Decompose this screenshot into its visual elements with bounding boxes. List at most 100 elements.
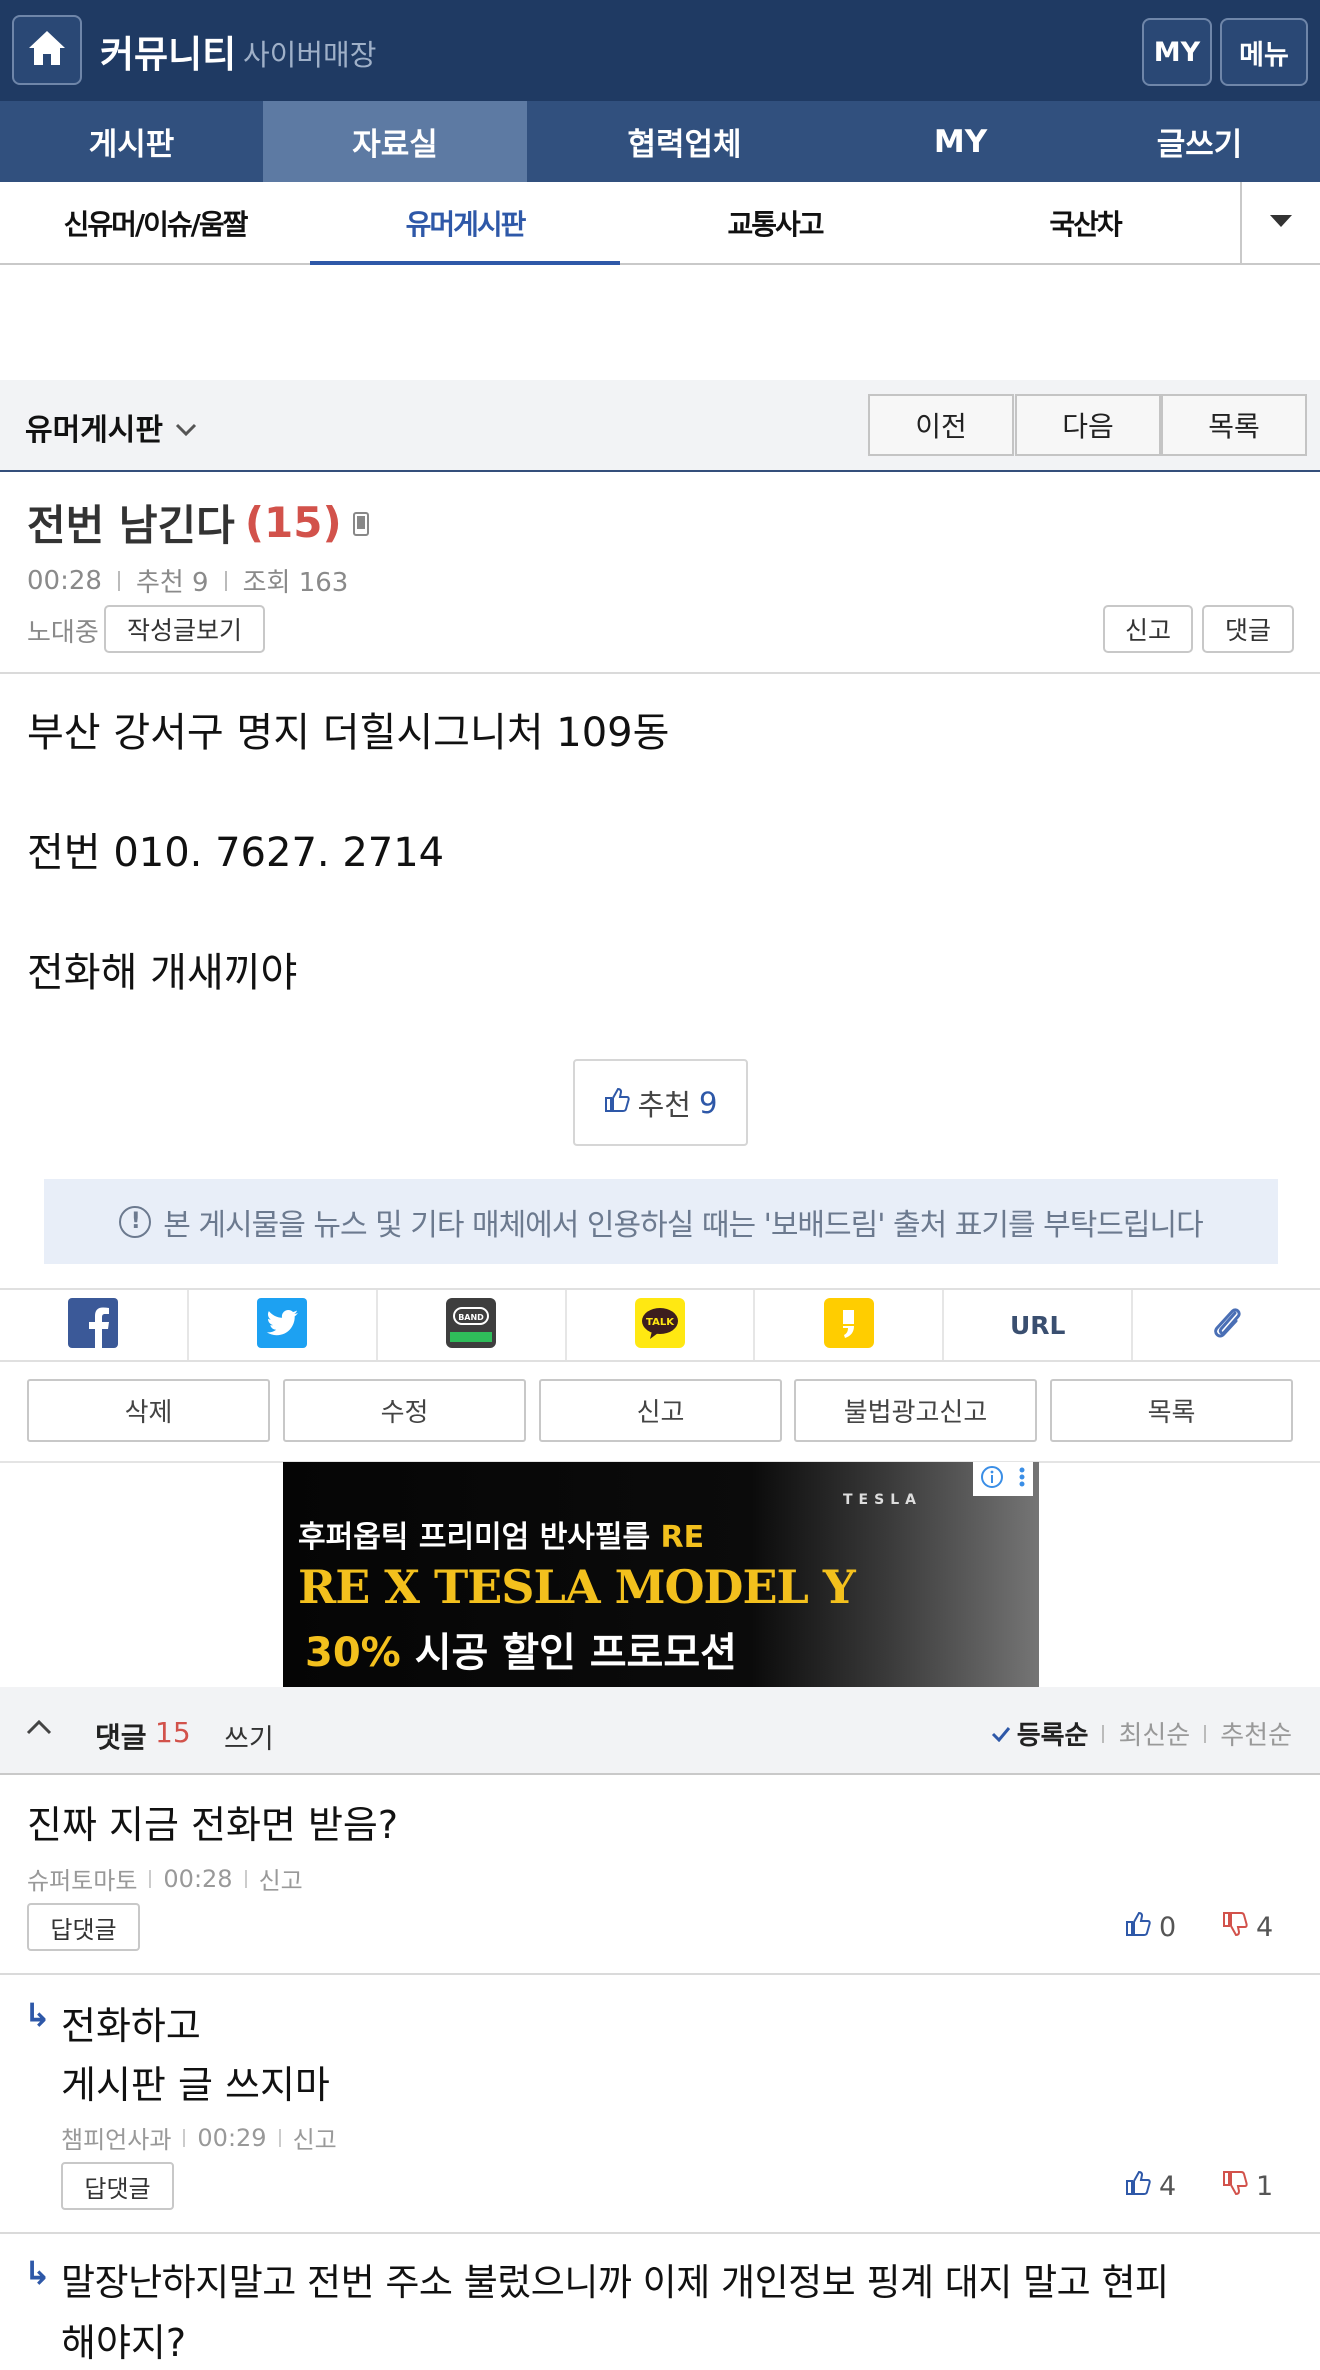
kakaostory-icon	[823, 1298, 874, 1352]
sub-nav-traffic-accident[interactable]: 교통사고	[620, 182, 930, 263]
main-nav-write[interactable]: 글쓰기	[1079, 101, 1320, 182]
checkmark-icon	[991, 1719, 1011, 1749]
share-clip-button[interactable]	[1133, 1290, 1320, 1360]
sub-nav-more-button[interactable]	[1240, 182, 1320, 263]
comment-report-link[interactable]: 신고	[259, 1861, 303, 1896]
thumbs-down-icon	[1222, 2170, 1248, 2203]
meta-separator	[183, 2128, 186, 2147]
prev-post-button[interactable]: 이전	[868, 394, 1014, 456]
delete-button[interactable]: 삭제	[27, 1379, 270, 1442]
post-body-line: 부산 강서구 명지 더힐시그니처 109동	[27, 710, 670, 756]
post-comment-count[interactable]: (15)	[245, 498, 342, 547]
comments-header: 댓글 15 쓰기 등록순 최신순 추천순	[0, 1687, 1320, 1775]
ad-info-box[interactable]	[973, 1462, 1033, 1496]
share-band-button[interactable]: BAND	[378, 1290, 567, 1360]
write-comment-link[interactable]: 쓰기	[224, 1717, 274, 1756]
chevron-down-icon	[175, 410, 197, 445]
ad-info-icon	[980, 1465, 1004, 1493]
ad-promo-text: 시공 할인 프로모션	[414, 1630, 737, 1676]
comment-meta: 슈퍼토마토 00:28 신고	[27, 1861, 303, 1896]
sort-registered[interactable]: 등록순	[1017, 1715, 1089, 1752]
share-url-button[interactable]: URL	[944, 1290, 1134, 1360]
edit-button[interactable]: 수정	[283, 1379, 526, 1442]
info-icon: !	[119, 1205, 152, 1238]
report-illegal-ad-button[interactable]: 불법광고신고	[794, 1379, 1037, 1442]
main-nav-board[interactable]: 게시판	[0, 101, 263, 182]
url-label: URL	[1009, 1310, 1066, 1340]
main-nav-archive[interactable]: 자료실	[263, 101, 527, 182]
board-bar: 유머게시판 이전 다음 목록	[0, 380, 1320, 472]
comment-like-button[interactable]: 0	[1125, 1911, 1176, 1944]
like-count: 4	[1159, 2171, 1177, 2202]
list-button[interactable]: 목록	[1161, 394, 1307, 456]
menu-button[interactable]: 메뉴	[1220, 18, 1308, 86]
top-header: 커뮤니티 사이버매장 MY 메뉴	[0, 0, 1320, 101]
my-button[interactable]: MY	[1142, 18, 1212, 86]
comment-dislike-button[interactable]: 4	[1222, 1911, 1273, 1944]
board-selector[interactable]: 유머게시판	[25, 405, 197, 449]
band-icon: BAND	[446, 1298, 497, 1352]
report-button[interactable]: 신고	[539, 1379, 782, 1442]
post-view-count: 조회 163	[242, 568, 349, 598]
recommend-button[interactable]: 추천 9	[573, 1059, 748, 1146]
meta-separator	[224, 570, 227, 591]
comment-time: 00:28	[163, 1864, 233, 1893]
post-recommend-count: 추천 9	[135, 568, 209, 598]
share-kakaotalk-button[interactable]: TALK	[567, 1290, 756, 1360]
sub-nav-new-humor[interactable]: 신유머/이슈/움짤	[0, 182, 310, 263]
reply-arrow-icon: ↳	[24, 1996, 51, 2034]
comment-dislike-button[interactable]: 1	[1222, 2170, 1273, 2203]
post-body-line: 전화해 개새끼야	[27, 950, 298, 996]
sort-recommended[interactable]: 추천순	[1220, 1715, 1292, 1752]
ad-headline: 후퍼옵틱 프리미엄 반사필름 RE	[298, 1512, 704, 1556]
comment-author[interactable]: 챔피언사과	[61, 2120, 171, 2155]
thumbs-down-icon	[1222, 1911, 1248, 1944]
reply-button[interactable]: 답댓글	[27, 1903, 140, 1951]
citation-notice: ! 본 게시물을 뉴스 및 기타 매체에서 인용하실 때는 '보배드림' 출처 …	[44, 1179, 1278, 1264]
sort-latest[interactable]: 최신순	[1118, 1715, 1190, 1752]
comment-like-button[interactable]: 4	[1125, 2170, 1176, 2203]
comment-sort: 등록순 최신순 추천순	[991, 1715, 1292, 1752]
collapse-comments-icon[interactable]	[26, 1719, 52, 1739]
comment-report-link[interactable]: 신고	[293, 2120, 337, 2155]
main-nav-my[interactable]: MY	[842, 101, 1079, 182]
view-author-posts-button[interactable]: 작성글보기	[104, 605, 265, 653]
triangle-down-icon	[1269, 213, 1293, 232]
sub-nav-domestic-car[interactable]: 국산차	[930, 182, 1240, 263]
ad-banner[interactable]: TESLA 후퍼옵틱 프리미엄 반사필름 RE RE X TESLA MODEL…	[283, 1462, 1039, 1687]
site-title[interactable]: 커뮤니티	[100, 24, 236, 78]
home-button[interactable]	[12, 15, 82, 85]
post-time: 00:28	[27, 565, 102, 596]
comment-text: 게시판 글 쓰지마	[61, 2063, 330, 2107]
post-author[interactable]: 노대중	[27, 612, 99, 649]
sort-separator	[1204, 1724, 1207, 1743]
site-subtitle[interactable]: 사이버매장	[243, 32, 376, 74]
list-bottom-button[interactable]: 목록	[1050, 1379, 1293, 1442]
share-facebook-button[interactable]	[0, 1290, 189, 1360]
reply-arrow-icon: ↳	[24, 2254, 51, 2292]
reply-button[interactable]: 답댓글	[61, 2162, 174, 2210]
svg-text:TALK: TALK	[646, 1317, 675, 1328]
comment-author[interactable]: 슈퍼토마토	[27, 1861, 137, 1896]
share-kakaostory-button[interactable]	[755, 1290, 945, 1360]
kakaotalk-icon: TALK	[635, 1298, 685, 1352]
dislike-count: 1	[1256, 2171, 1274, 2202]
next-post-button[interactable]: 다음	[1015, 394, 1161, 456]
report-post-button[interactable]: 신고	[1103, 605, 1193, 653]
mobile-icon	[352, 498, 370, 547]
sort-separator	[1102, 1724, 1105, 1743]
ad-headline-accent: RE	[660, 1520, 705, 1555]
meta-separator	[244, 1869, 247, 1888]
ad-headline-text: 후퍼옵틱 프리미엄 반사필름	[298, 1520, 651, 1555]
ad-title: RE X TESLA MODEL Y	[298, 1560, 856, 1614]
divider	[0, 2232, 1320, 2234]
board-name: 유머게시판	[25, 413, 163, 448]
comment-text: 진짜 지금 전화면 받음?	[27, 1803, 399, 1847]
sub-nav-humor-board[interactable]: 유머게시판	[310, 182, 620, 265]
share-twitter-button[interactable]	[189, 1290, 378, 1360]
thumbs-up-icon	[604, 1086, 630, 1120]
notice-text: 본 게시물을 뉴스 및 기타 매체에서 인용하실 때는 '보배드림' 출처 표기…	[163, 1207, 1203, 1243]
thumbs-up-icon	[1125, 2170, 1151, 2203]
comment-jump-button[interactable]: 댓글	[1202, 605, 1294, 653]
main-nav-partners[interactable]: 협력업체	[527, 101, 842, 182]
